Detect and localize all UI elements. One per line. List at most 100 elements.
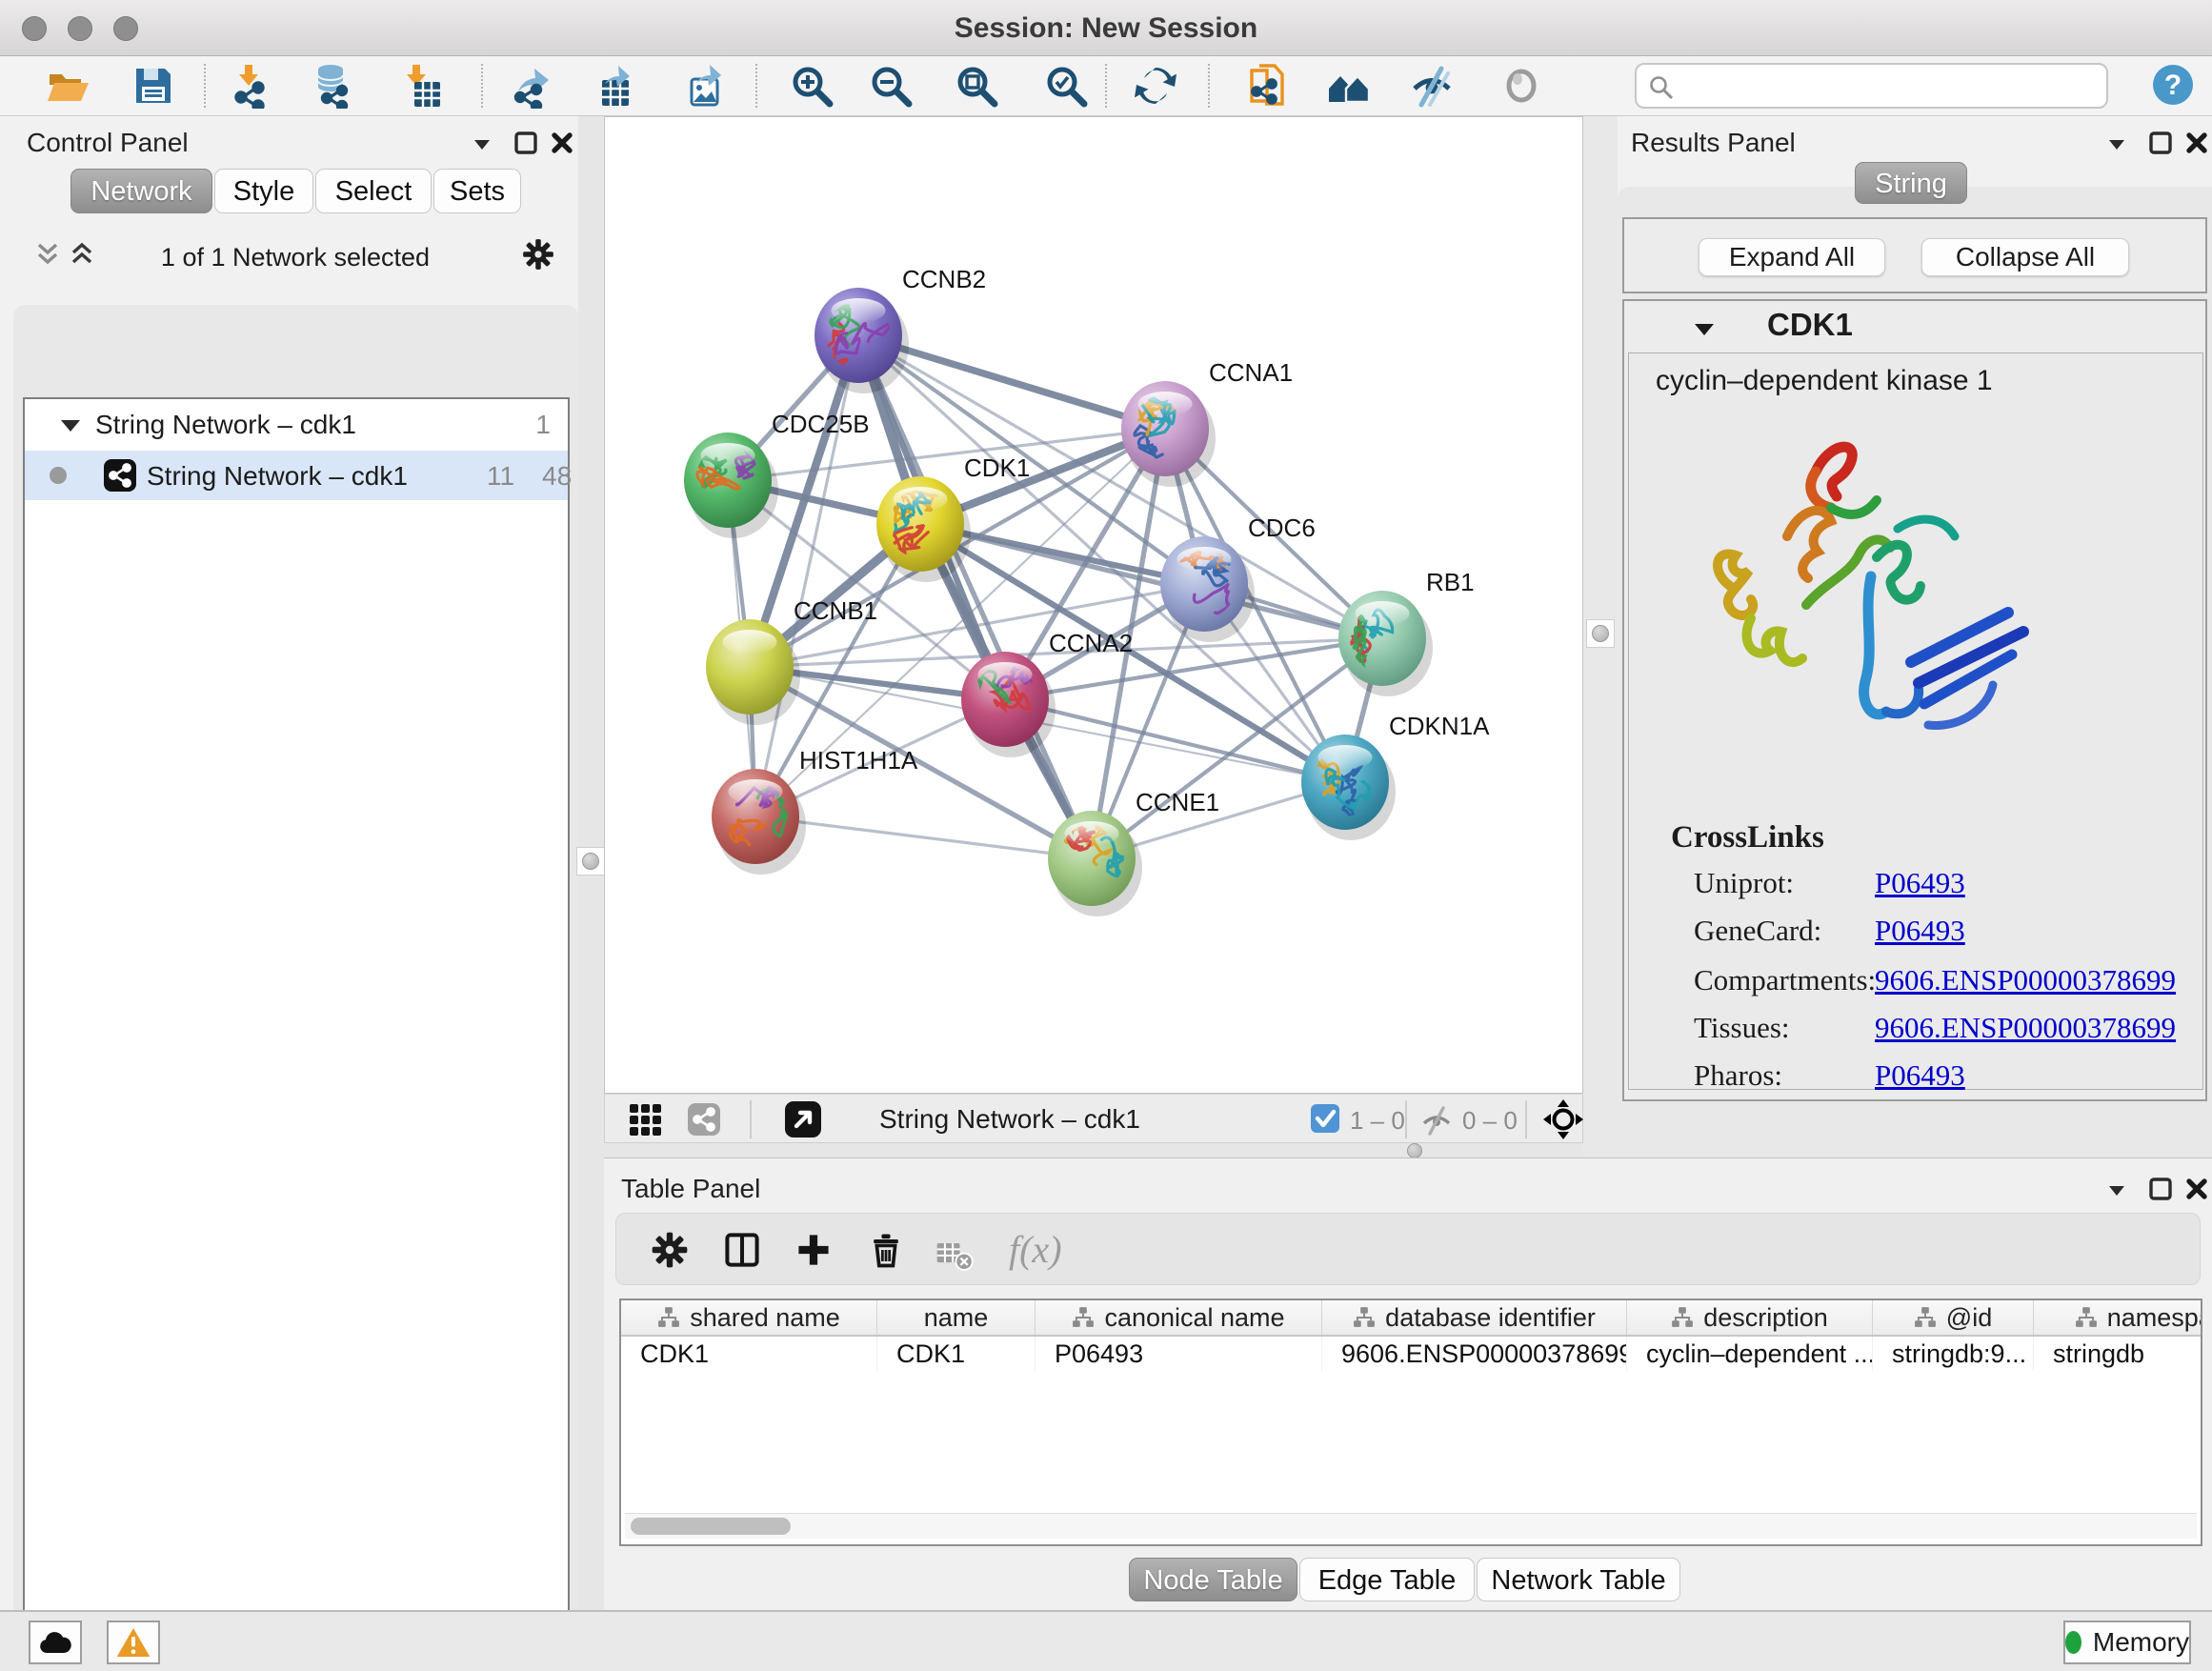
import-network-database-icon[interactable] [310,63,355,109]
column-header[interactable]: database identifier [1322,1300,1627,1335]
panel-close-icon[interactable] [549,130,575,156]
vertical-splitter-left[interactable] [578,116,604,1610]
column-header[interactable]: description [1627,1300,1873,1335]
search-input[interactable] [1682,69,2096,103]
tab-select[interactable]: Select [315,169,432,213]
birds-eye-view-icon[interactable] [784,1100,822,1138]
search-icon [1648,74,1675,101]
show-all-eye-icon[interactable] [1498,63,1544,109]
tab-network-table[interactable]: Network Table [1477,1558,1680,1601]
crosslink-tissues-link[interactable]: 9606.ENSP00000378699 [1875,1011,2176,1045]
selected-count: 1 – 0 [1350,1106,1405,1136]
delete-table-icon[interactable] [934,1233,975,1275]
export-image-icon[interactable] [682,63,728,109]
save-session-icon[interactable] [131,63,176,109]
expand-all-networks-icon[interactable] [69,240,95,267]
tab-network[interactable]: Network [70,169,212,213]
zoom-out-icon[interactable] [868,63,914,109]
network-options-gear-icon[interactable] [520,236,556,272]
network-row-selected[interactable]: String Network – cdk1 11 48 [25,451,568,500]
string-view-icon[interactable] [687,1102,721,1137]
crosslink-pharos-link[interactable]: P06493 [1875,1058,1965,1093]
panel-collapse-icon[interactable] [2103,1178,2130,1204]
tab-edge-table[interactable]: Edge Table [1299,1558,1475,1601]
scrollbar-thumb[interactable] [631,1518,791,1535]
graph-node[interactable]: CDKN1A [1301,712,1490,830]
import-network-file-icon[interactable] [228,63,273,109]
refresh-icon[interactable] [1133,63,1178,109]
panel-float-icon[interactable] [2147,130,2174,156]
table-row[interactable]: CDK1 CDK1 P06493 9606.ENSP00000378699 cy… [621,1337,2202,1371]
zoom-selected-icon[interactable] [1043,63,1089,109]
section-collapse-icon[interactable] [1693,320,1716,339]
panel-float-icon[interactable] [513,130,539,156]
splitter-handle[interactable] [1407,1143,1422,1158]
string-copy-network-icon[interactable] [1244,63,1290,109]
import-table-icon[interactable] [399,63,445,109]
protein-section: CDK1 cyclin–dependent kinase 1 [1622,299,2207,1101]
delete-column-trash-icon[interactable] [865,1229,907,1271]
tab-style[interactable]: Style [214,169,313,213]
splitter-handle[interactable] [1586,619,1615,648]
panel-float-icon[interactable] [2147,1176,2174,1202]
open-file-icon[interactable] [45,63,90,109]
graph-node[interactable]: CDC25B [684,410,870,528]
table-panel: Table Panel f(x) [604,1158,2212,1610]
expand-all-button[interactable]: Expand All [1699,238,1885,276]
add-column-icon[interactable] [793,1229,835,1271]
collapse-all-button[interactable]: Collapse All [1921,238,2129,276]
zoom-fit-icon[interactable] [954,63,999,109]
function-builder-fx[interactable]: f(x) [1009,1227,1062,1272]
network-canvas[interactable]: CCNB2CCNA1CDC25BCDK1CDC6RB1CCNB1CCNA2CDK… [604,116,1583,1094]
title-bar: Session: New Session [0,0,2212,56]
node-label: CCNE1 [1136,788,1219,816]
grid-view-icon[interactable] [628,1102,662,1137]
horizontal-scrollbar[interactable] [625,1513,2197,1539]
selected-nodes-checkbox[interactable] [1311,1104,1339,1133]
shared-column-icon [1353,1306,1376,1329]
tab-node-table[interactable]: Node Table [1129,1558,1297,1601]
panel-close-icon[interactable] [2183,130,2210,156]
vertical-splitter-right[interactable] [1583,116,1618,1158]
graph-node[interactable]: RB1 [1338,568,1475,686]
first-neighbors-houses-icon[interactable] [1326,63,1372,109]
panel-collapse-icon[interactable] [469,131,495,158]
tab-string[interactable]: String [1855,162,1967,204]
graph-node[interactable]: HIST1H1A [712,746,918,864]
warnings-button[interactable] [107,1621,160,1664]
panel-close-icon[interactable] [2183,1176,2210,1202]
column-header[interactable]: namespace [2034,1300,2202,1335]
column-header[interactable]: @id [1873,1300,2034,1335]
collapse-all-networks-icon[interactable] [34,240,61,267]
crosslink-compartments-link[interactable]: 9606.ENSP00000378699 [1875,963,2176,997]
show-columns-icon[interactable] [721,1229,763,1271]
network-graph[interactable]: CCNB2CCNA1CDC25BCDK1CDC6RB1CCNB1CCNA2CDK… [605,117,1582,1093]
zoom-in-icon[interactable] [789,63,835,109]
splitter-handle[interactable] [576,847,605,876]
tree-expand-icon[interactable] [59,416,82,435]
network-collection-row[interactable]: String Network – cdk1 1 [25,401,568,451]
crosslink-uniprot-link[interactable]: P06493 [1875,866,1965,900]
hidden-eye-slash-icon[interactable] [1420,1104,1453,1137]
export-table-icon[interactable] [593,63,638,109]
fit-content-crosshair-icon[interactable] [1542,1098,1584,1140]
column-header[interactable]: canonical name [1036,1300,1322,1335]
tab-sets[interactable]: Sets [433,169,521,213]
node-table[interactable]: shared name name canonical name database… [619,1299,2202,1546]
column-header[interactable]: shared name [621,1300,877,1335]
cloud-status-button[interactable] [29,1621,82,1664]
control-panel: Control Panel Network Style Select Sets … [0,116,578,1610]
export-network-icon[interactable] [511,63,556,109]
crosslink-genecard-link[interactable]: P06493 [1875,914,1965,948]
shared-column-icon [2075,1306,2098,1329]
table-gear-icon[interactable] [649,1229,691,1271]
search-field[interactable] [1635,63,2108,109]
node-label: CCNA1 [1209,358,1293,387]
horizontal-splitter[interactable] [604,1143,1583,1158]
hide-selected-eye-slash-icon[interactable] [1409,63,1455,109]
memory-button[interactable]: Memory [2063,1621,2191,1664]
node-label: CDC25B [772,410,870,438]
panel-collapse-icon[interactable] [2103,131,2130,158]
help-icon[interactable]: ? [2150,62,2196,108]
column-header[interactable]: name [877,1300,1036,1335]
